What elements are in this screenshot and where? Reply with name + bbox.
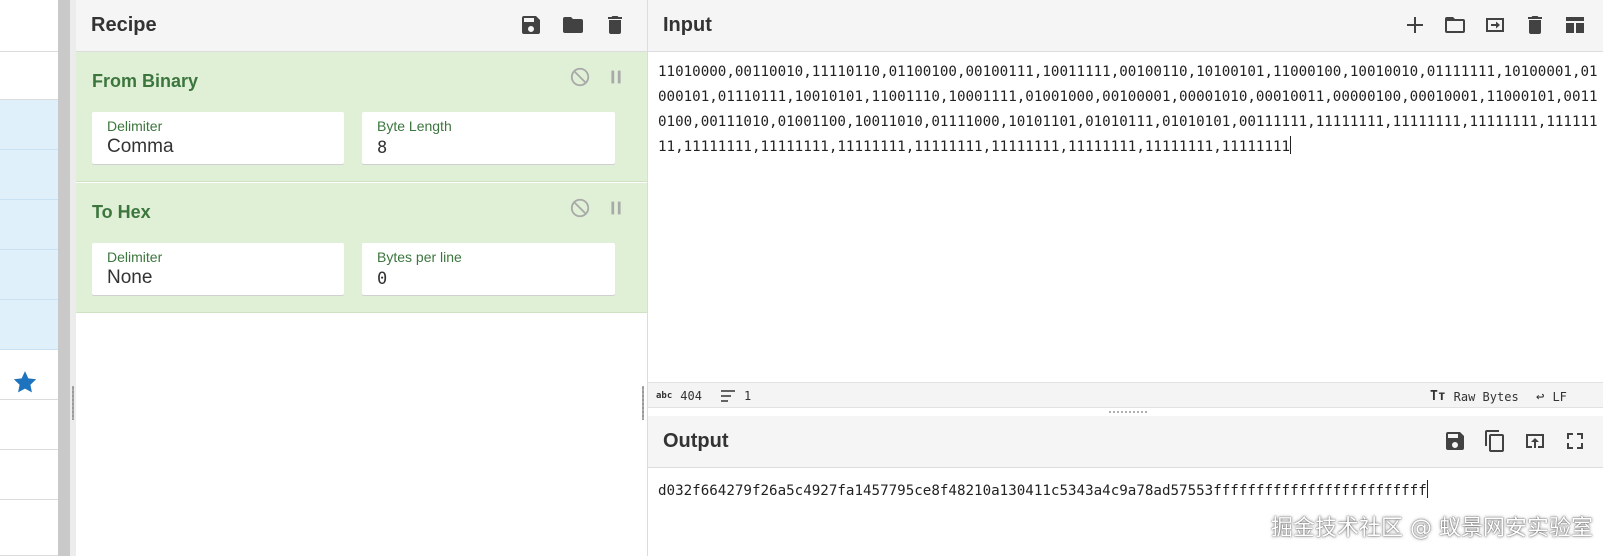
field-value[interactable]: 8 [377,138,387,158]
bytes-per-line-field[interactable]: Bytes per line 0 [362,243,615,295]
input-icon [1486,18,1504,32]
return-icon: ↩ [1536,389,1545,405]
clear-input-button[interactable] [1521,11,1549,39]
operations-list-item[interactable] [0,300,58,350]
field-label: Delimiter [107,118,163,134]
recipe-header: Recipe [76,0,647,52]
field-value[interactable]: None [107,267,152,289]
eol-value[interactable]: LF [1552,390,1566,404]
input-title: Input [663,14,712,36]
charset-selector[interactable]: Tт Raw Bytes [1430,389,1519,404]
copy-output-button[interactable] [1481,427,1509,455]
recipe-title: Recipe [91,14,157,36]
operations-list-item[interactable] [0,200,58,250]
watermark: 掘金技术社区 @ 蚁景网安实验室 [1271,516,1593,541]
clear-recipe-button[interactable] [601,11,629,39]
save-recipe-button[interactable] [517,11,545,39]
field-label: Byte Length [377,118,452,134]
output-title: Output [663,430,729,452]
add-tab-button[interactable] [1401,11,1429,39]
operations-list-item[interactable] [0,400,58,450]
text-caret [1290,136,1292,154]
operation-title: From Binary [92,71,199,91]
maximise-output-button[interactable] [1561,427,1589,455]
output-value[interactable]: d032f664279f26a5c4927fa1457795ce8f48210a… [658,483,1427,499]
pause-icon[interactable] [605,66,627,88]
folder-icon [563,17,583,33]
operations-list-item[interactable] [0,500,58,556]
pause-icon[interactable] [605,197,627,219]
operations-list-item[interactable] [0,100,58,150]
delimiter-field[interactable]: Delimiter Comma [92,112,344,164]
operations-list-item[interactable] [0,250,58,300]
trash-icon [1528,16,1542,34]
abc-icon: abc [656,391,673,401]
trash-icon [608,16,622,34]
operations-list-item[interactable] [0,0,58,52]
folder-icon [1445,17,1465,33]
disable-icon[interactable] [569,197,591,219]
save-icon [522,16,540,34]
operations-list-item[interactable] [0,150,58,200]
field-value[interactable]: Comma [107,136,174,158]
delimiter-field[interactable]: Delimiter None [92,243,344,295]
input-length: abc 404 [656,389,702,403]
input-textarea[interactable]: 11010000,00110010,11110110,01100100,0010… [658,60,1603,380]
reset-layout-button[interactable] [1561,11,1589,39]
recipe-panel: Recipe From Binary Delimiter Comma Byte … [76,0,648,556]
open-folder-button[interactable] [1481,11,1509,39]
open-file-button[interactable] [1441,11,1469,39]
charset-value[interactable]: Raw Bytes [1454,390,1519,404]
eol-selector[interactable]: ↩ LF [1536,389,1567,405]
input-value[interactable]: 11010000,00110010,11110110,01100100,0010… [658,64,1598,155]
layout-icon [1566,17,1584,33]
input-lines: 1 [720,389,751,403]
text-caret [1426,480,1428,498]
field-label: Bytes per line [377,249,462,265]
length-value: 404 [680,389,702,403]
byte-length-field[interactable]: Byte Length 8 [362,112,615,164]
input-header: Input [648,0,1603,52]
resize-grip-icon[interactable] [1108,410,1148,414]
field-value[interactable]: 0 [377,269,387,289]
io-panel: Input 11010000,00110010,11110110,0110010… [648,0,1603,556]
disable-icon[interactable] [569,66,591,88]
recipe-operation-to-hex[interactable]: To Hex Delimiter None Bytes per line 0 [76,183,647,313]
replace-input-button[interactable] [1521,427,1549,455]
field-label: Delimiter [107,249,163,265]
save-output-button[interactable] [1441,427,1469,455]
operations-list-item[interactable] [0,52,58,100]
upload-icon [1526,434,1544,448]
star-icon[interactable] [12,369,38,395]
operations-list-item[interactable] [0,450,58,500]
lines-icon [721,390,735,402]
copy-icon [1485,430,1504,452]
save-icon [1446,432,1464,450]
input-status-bar: abc 404 1 Tт Raw Bytes ↩ LF [648,382,1603,408]
fullscreen-icon [1567,433,1583,449]
text-encoding-icon: Tт [1430,389,1446,404]
resize-grip-icon[interactable] [642,386,644,420]
resize-grip-icon[interactable] [72,386,74,420]
load-recipe-button[interactable] [559,11,587,39]
operation-title: To Hex [92,202,151,222]
output-header: Output [648,416,1603,468]
lines-value: 1 [744,389,752,403]
panel-divider[interactable] [58,0,70,556]
operations-list [0,0,58,556]
output-textarea[interactable]: d032f664279f26a5c4927fa1457795ce8f48210a… [658,479,1603,504]
plus-icon [1407,17,1423,33]
recipe-operation-from-binary[interactable]: From Binary Delimiter Comma Byte Length … [76,52,647,182]
